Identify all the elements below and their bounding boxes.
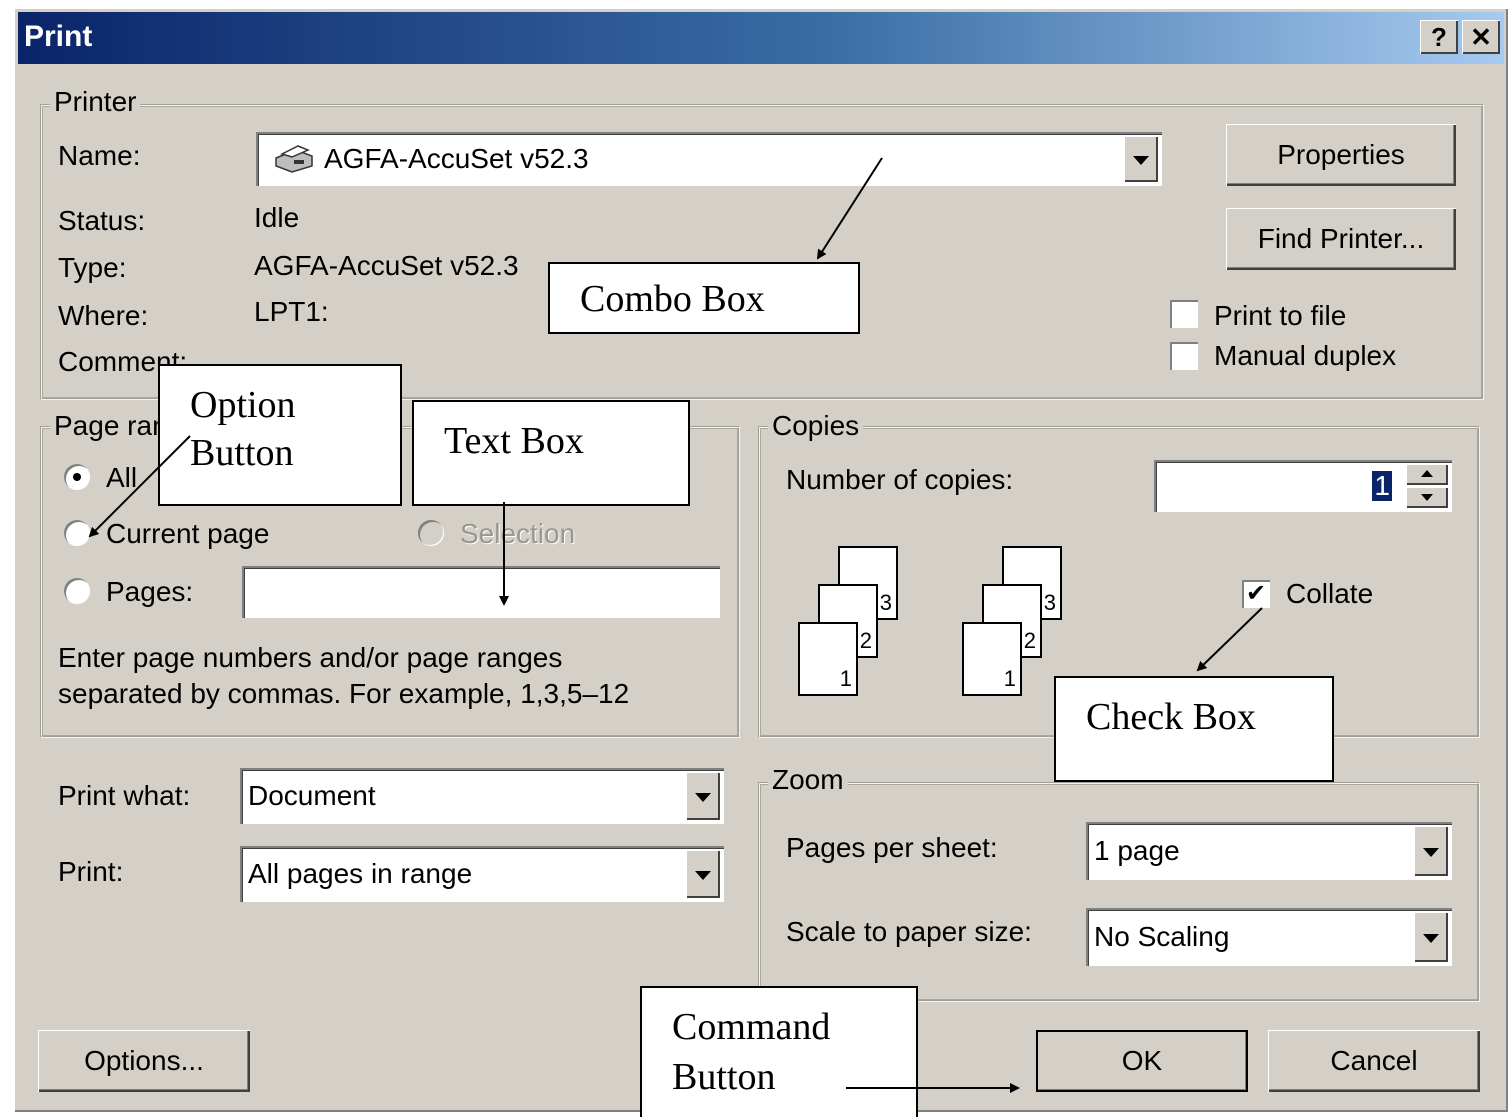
- check-box-arrow: [1196, 607, 1263, 672]
- combo-box-arrow: [816, 157, 883, 260]
- option-button-arrow: [88, 435, 191, 538]
- callout-arrows: [88, 157, 1263, 1093]
